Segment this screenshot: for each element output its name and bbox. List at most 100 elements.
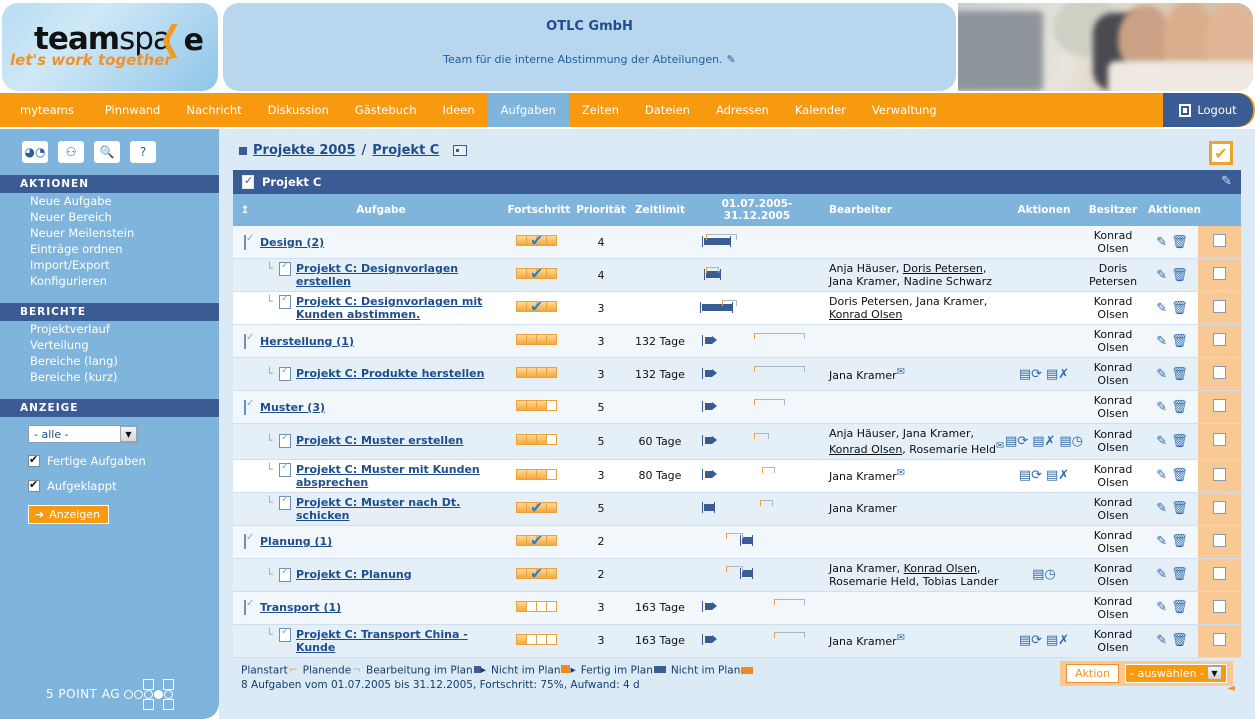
- delete-row-icon[interactable]: 🗑: [1171, 435, 1188, 448]
- nav-item-dateien[interactable]: Dateien: [632, 93, 703, 127]
- task-name-link[interactable]: Projekt C: Planung: [296, 568, 412, 581]
- sidebar-item-bereiche-kurz[interactable]: Bereiche (kurz): [0, 369, 219, 385]
- task-name-link[interactable]: Planung (1): [260, 535, 332, 548]
- sidebar-item-neue-aufgabe[interactable]: Neue Aufgabe: [0, 193, 219, 209]
- task-refresh-icon[interactable]: ▤⟳: [1019, 469, 1042, 482]
- edit-row-icon[interactable]: ✎: [1156, 401, 1167, 414]
- nav-item-nachricht[interactable]: Nachricht: [173, 93, 254, 127]
- card-view-icon[interactable]: [453, 145, 468, 156]
- nav-item-ideen[interactable]: Ideen: [430, 93, 488, 127]
- delete-row-icon[interactable]: 🗑: [1171, 535, 1188, 548]
- table-row[interactable]: └ Projekt C: Designvorlagen mit Kunden ab…: [233, 291, 1241, 325]
- edit-row-icon[interactable]: ✎: [1156, 601, 1167, 614]
- edit-row-icon[interactable]: ✎: [1156, 469, 1167, 482]
- worker-link[interactable]: Konrad Olsen: [829, 443, 902, 456]
- table-row[interactable]: └ Projekt C: Produkte herstellen 3132 Tage…: [233, 357, 1241, 391]
- nav-item-myteams[interactable]: myteams: [0, 93, 92, 127]
- task-delete-icon[interactable]: ▤✗: [1046, 368, 1069, 381]
- edit-row-icon[interactable]: ✎: [1156, 236, 1167, 249]
- mail-icon[interactable]: ✉: [897, 366, 905, 377]
- task-delete-icon[interactable]: ▤✗: [1046, 634, 1069, 647]
- task-clock-icon[interactable]: ▤◷: [1032, 568, 1056, 581]
- sidebar-item-import-export[interactable]: Import/Export: [0, 257, 219, 273]
- nav-item-verwaltung[interactable]: Verwaltung: [859, 93, 950, 127]
- nav-item-aufgaben[interactable]: Aufgaben: [487, 93, 569, 127]
- sidebar-item-neuer-bereich[interactable]: Neuer Bereich: [0, 209, 219, 225]
- delete-row-icon[interactable]: 🗑: [1171, 634, 1188, 647]
- task-name-link[interactable]: Transport (1): [260, 601, 341, 614]
- row-checkbox[interactable]: [1213, 467, 1226, 481]
- task-name-link[interactable]: Projekt C: Designvorlagen mit Kunden abs…: [296, 295, 502, 321]
- search-icon[interactable]: 🔍: [94, 141, 120, 163]
- table-row[interactable]: └ Projekt C: Designvorlagen erstellen ✔ 4 An…: [233, 258, 1241, 292]
- table-row[interactable]: Transport (1)3163 TageKonrad Olsen✎🗑: [233, 591, 1241, 625]
- delete-row-icon[interactable]: 🗑: [1171, 368, 1188, 381]
- contacts-icon[interactable]: ◕◔: [22, 141, 48, 163]
- delete-row-icon[interactable]: 🗑: [1171, 236, 1188, 249]
- panel-edit-icon[interactable]: ✎: [1221, 174, 1232, 189]
- col-sort[interactable]: ↥: [233, 194, 257, 226]
- worker-link[interactable]: Konrad Olsen: [829, 308, 902, 321]
- delete-row-icon[interactable]: 🗑: [1171, 269, 1188, 282]
- mail-icon[interactable]: ✉: [996, 440, 1004, 451]
- task-refresh-icon[interactable]: ▤⟳: [1019, 634, 1042, 647]
- task-refresh-icon[interactable]: ▤⟳: [1019, 368, 1042, 381]
- row-checkbox[interactable]: [1213, 500, 1226, 514]
- row-checkbox[interactable]: [1213, 632, 1226, 646]
- task-name-link[interactable]: Projekt C: Produkte herstellen: [296, 367, 484, 380]
- row-checkbox[interactable]: [1213, 433, 1226, 447]
- anzeigen-button[interactable]: ➔ Anzeigen: [28, 505, 110, 524]
- chevron-down-icon[interactable]: ▼: [1207, 666, 1222, 681]
- auswaehlen-select[interactable]: - auswählen - ▼: [1125, 663, 1227, 683]
- help-icon[interactable]: ?: [130, 141, 156, 163]
- col-bearbeiter[interactable]: Bearbeiter: [823, 194, 1008, 226]
- edit-row-icon[interactable]: ✎: [1156, 634, 1167, 647]
- task-name-link[interactable]: Herstellung (1): [260, 335, 354, 348]
- row-checkbox[interactable]: [1213, 300, 1226, 313]
- logout-button[interactable]: Logout: [1163, 93, 1253, 127]
- row-checkbox[interactable]: [1213, 566, 1226, 580]
- col-aufgabe[interactable]: Aufgabe: [257, 194, 505, 226]
- row-checkbox[interactable]: [1213, 366, 1226, 379]
- bug-icon[interactable]: ⚇: [58, 141, 84, 163]
- edit-row-icon[interactable]: ✎: [1156, 368, 1167, 381]
- row-checkbox[interactable]: [1213, 234, 1226, 247]
- nav-item-pinnwand[interactable]: Pinnwand: [92, 93, 174, 127]
- delete-row-icon[interactable]: 🗑: [1171, 469, 1188, 482]
- checkbox-fertige-aufgaben[interactable]: Fertige Aufgaben: [28, 453, 219, 468]
- sidebar-item-verteilung[interactable]: Verteilung: [0, 337, 219, 353]
- row-checkbox[interactable]: [1213, 599, 1226, 613]
- edit-row-icon[interactable]: ✎: [1156, 302, 1167, 315]
- task-name-link[interactable]: Projekt C: Transport China - Kunde: [296, 628, 502, 654]
- row-checkbox[interactable]: [1213, 333, 1226, 346]
- checkbox-icon[interactable]: [28, 453, 40, 467]
- table-row[interactable]: └ Projekt C: Muster mit Kunden absprechen…: [233, 459, 1241, 493]
- delete-row-icon[interactable]: 🗑: [1171, 502, 1188, 515]
- breadcrumb-link-root[interactable]: Projekte 2005: [253, 143, 356, 158]
- nav-item-gaestebuch[interactable]: Gästebuch: [342, 93, 430, 127]
- delete-row-icon[interactable]: 🗑: [1171, 302, 1188, 315]
- table-row[interactable]: Muster (3)5Konrad Olsen✎🗑: [233, 390, 1241, 424]
- task-name-link[interactable]: Projekt C: Muster erstellen: [296, 434, 463, 447]
- task-name-link[interactable]: Design (2): [260, 236, 324, 249]
- edit-row-icon[interactable]: ✎: [1156, 535, 1167, 548]
- nav-item-zeiten[interactable]: Zeiten: [569, 93, 632, 127]
- chevron-down-icon[interactable]: ▼: [120, 426, 137, 442]
- row-checkbox[interactable]: [1213, 267, 1226, 280]
- task-delete-icon[interactable]: ▤✗: [1046, 469, 1069, 482]
- checkbox-aufgeklappt[interactable]: Aufgeklappt: [28, 478, 219, 493]
- teamspace-logo[interactable]: teamspa ❮ e let's work together: [2, 3, 218, 91]
- task-name-link[interactable]: Projekt C: Muster nach Dt. schicken: [296, 496, 502, 522]
- filter-select[interactable]: - alle - ▼: [28, 425, 138, 443]
- mail-icon[interactable]: ✉: [897, 633, 905, 644]
- col-fortschritt[interactable]: Fortschritt: [505, 194, 573, 226]
- sidebar-item-konfigurieren[interactable]: Konfigurieren: [0, 273, 219, 289]
- task-name-link[interactable]: Muster (3): [260, 401, 325, 414]
- edit-row-icon[interactable]: ✎: [1156, 269, 1167, 282]
- table-row[interactable]: Herstellung (1)3132 TageKonrad Olsen✎🗑: [233, 324, 1241, 358]
- table-row[interactable]: └ Projekt C: Muster erstellen 560 Tage Anja…: [233, 423, 1241, 460]
- checkmark-badge-icon[interactable]: ✔: [1209, 141, 1233, 165]
- task-delete-icon[interactable]: ▤✗: [1032, 435, 1055, 448]
- delete-row-icon[interactable]: 🗑: [1171, 568, 1188, 581]
- col-zeitlimit[interactable]: Zeitlimit: [629, 194, 691, 226]
